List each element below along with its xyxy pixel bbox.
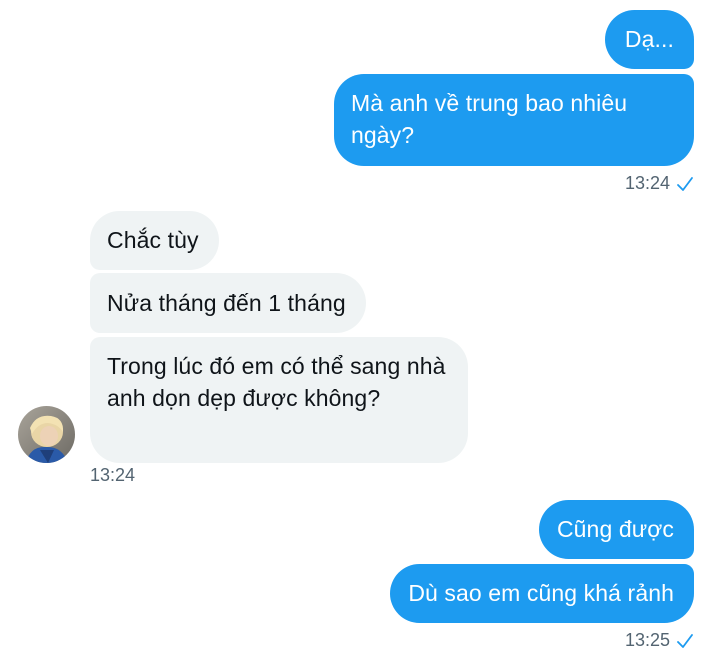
outgoing-message[interactable]: Mà anh về trung bao nhiêu ngày? xyxy=(334,74,694,166)
outgoing-message[interactable]: Cũng được xyxy=(538,500,694,559)
message-timestamp: 13:25 xyxy=(624,630,670,650)
outgoing-message[interactable]: Dù sao em cũng khá rảnh xyxy=(390,564,694,623)
check-icon xyxy=(677,633,693,648)
message-meta: 13:25 xyxy=(625,630,694,651)
message-meta: 13:24 xyxy=(625,173,694,194)
user-avatar[interactable] xyxy=(18,406,75,463)
incoming-message[interactable]: Trong lúc đó em có thể sang nhà anh dọn … xyxy=(90,337,468,463)
incoming-message[interactable]: Chắc tùy xyxy=(90,211,219,270)
check-icon xyxy=(677,176,693,191)
outgoing-message[interactable]: Dạ... xyxy=(604,10,694,69)
message-meta: 13:24 xyxy=(90,465,135,486)
message-timestamp: 13:24 xyxy=(90,465,136,485)
incoming-message[interactable]: Nửa tháng đến 1 tháng xyxy=(90,273,366,333)
avatar-image xyxy=(18,406,75,463)
message-timestamp: 13:24 xyxy=(624,173,670,193)
